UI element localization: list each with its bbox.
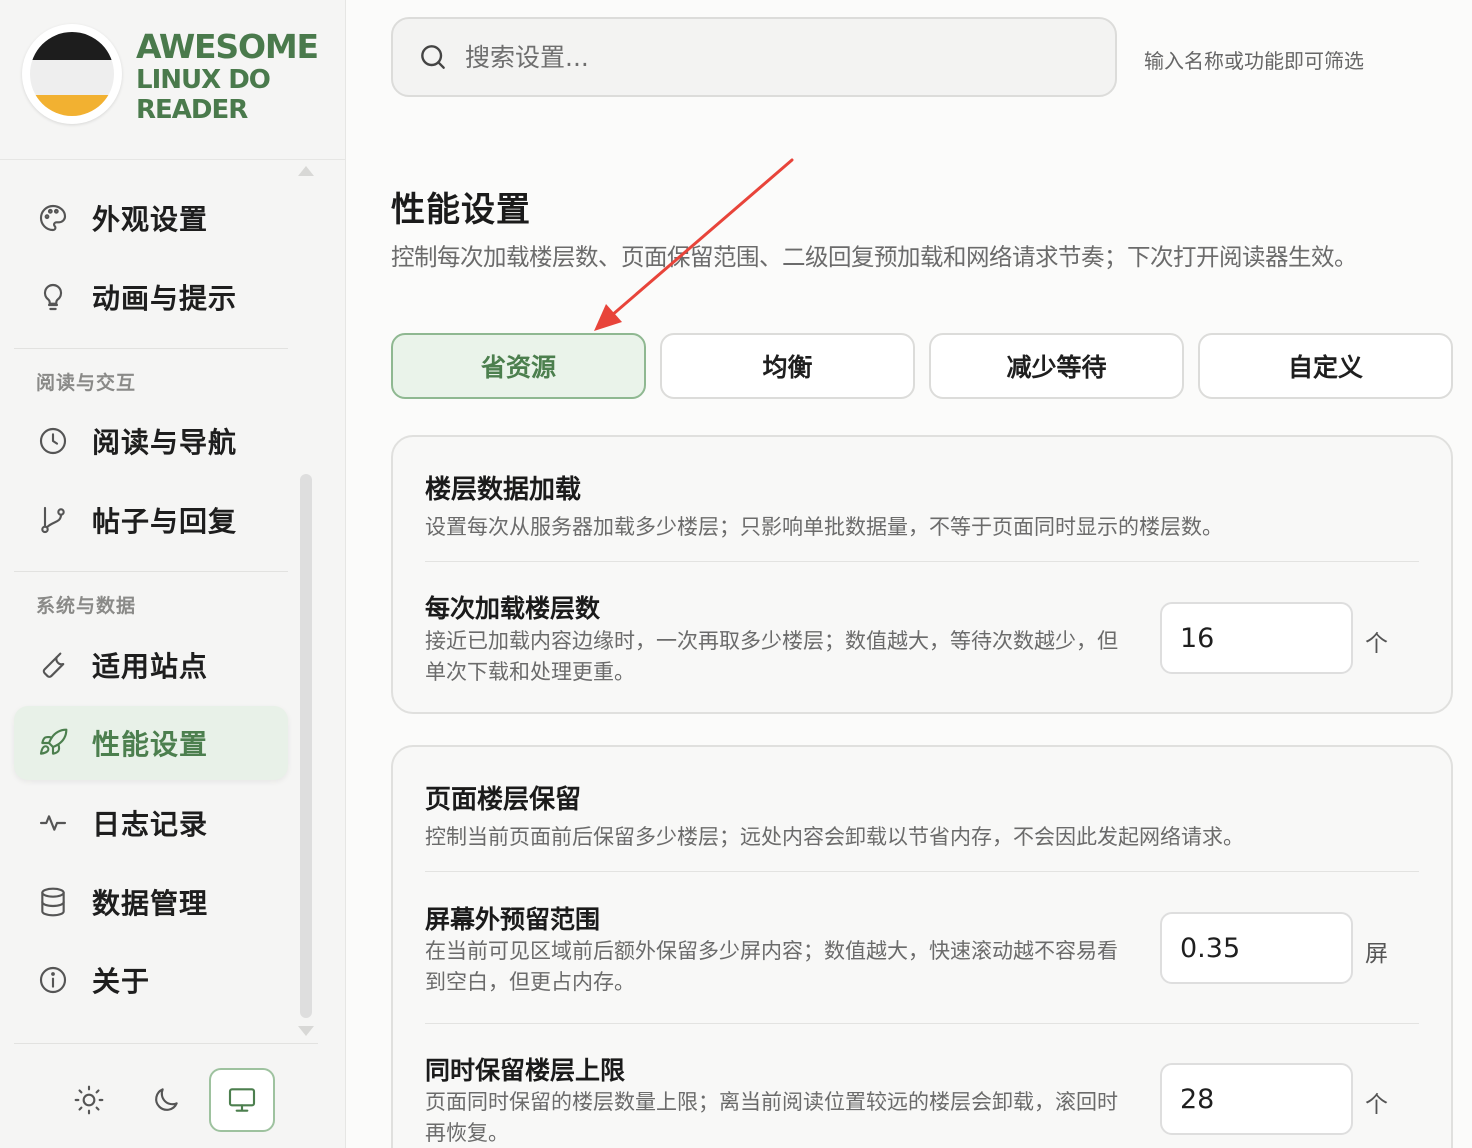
page-description: 控制每次加载楼层数、页面保留范围、二级回复预加载和网络请求节奏；下次打开阅读器生… — [391, 243, 1358, 271]
setting-label: 同时保留楼层上限 — [425, 1056, 626, 1085]
brand-line-1: AWESOME — [136, 27, 319, 66]
preset-save-resources[interactable]: 省资源 — [391, 333, 646, 399]
setting-unit: 个 — [1365, 1092, 1388, 1118]
sidebar-item-about[interactable]: 关于 — [14, 943, 288, 1017]
sidebar-item-label: 数据管理 — [92, 887, 209, 920]
moon-icon — [155, 1088, 178, 1111]
card-divider — [425, 561, 1419, 562]
sidebar-scrollbar[interactable] — [300, 474, 312, 1018]
card-title: 页面楼层保留 — [425, 785, 582, 815]
info-icon — [36, 963, 70, 997]
search-bar[interactable] — [391, 17, 1117, 97]
preset-custom[interactable]: 自定义 — [1198, 333, 1453, 399]
sidebar-item-label: 帖子与回复 — [92, 505, 238, 538]
nav-group-label: 阅读与交互 — [36, 372, 137, 394]
sidebar-item-appearance[interactable]: 外观设置 — [14, 181, 288, 255]
sidebar-item-reading[interactable]: 阅读与导航 — [14, 404, 288, 478]
setting-label: 每次加载楼层数 — [425, 594, 601, 623]
sidebar-item-label: 性能设置 — [92, 728, 209, 761]
card-description: 控制当前页面前后保留多少楼层；远处内容会卸载以节省内存，不会因此发起网络请求。 — [425, 825, 1244, 849]
card-divider — [425, 1023, 1419, 1024]
brand-line-3: READER — [136, 95, 248, 125]
lightbulb-icon — [36, 280, 70, 314]
search-input[interactable] — [465, 42, 1065, 72]
page-title: 性能设置 — [391, 190, 531, 230]
sidebar-footer-divider — [14, 1043, 318, 1044]
git-branch-icon — [36, 503, 70, 537]
setting-unit: 屏 — [1365, 941, 1388, 967]
sun-icon — [74, 1085, 104, 1115]
system-theme-button[interactable] — [209, 1068, 275, 1132]
offscreen-range-input[interactable]: 0.35 — [1160, 912, 1353, 984]
scroll-up-arrow[interactable] — [298, 166, 314, 176]
preset-selector: 省资源 均衡 减少等待 自定义 — [391, 333, 1453, 399]
monitor-icon — [228, 1088, 256, 1112]
sidebar-item-animation[interactable]: 动画与提示 — [14, 260, 288, 334]
settings-card-page-retention: 页面楼层保留 控制当前页面前后保留多少楼层；远处内容会卸载以节省内存，不会因此发… — [391, 745, 1453, 1148]
wrench-icon — [36, 648, 70, 682]
search-icon — [421, 45, 445, 69]
brand-line-2: LINUX DO — [136, 65, 271, 95]
sidebar-item-logs[interactable]: 日志记录 — [14, 786, 288, 860]
sidebar-item-label: 日志记录 — [92, 808, 209, 841]
setting-help: 接近已加载内容边缘时，一次再取多少楼层；数值越大，等待次数越少，但单次下载和处理… — [425, 629, 1118, 684]
sidebar-item-label: 阅读与导航 — [92, 426, 238, 459]
sidebar-item-data[interactable]: 数据管理 — [14, 865, 288, 939]
clock-icon — [36, 424, 70, 458]
palette-icon — [36, 201, 70, 235]
preset-balanced[interactable]: 均衡 — [660, 333, 915, 399]
sidebar: AWESOME LINUX DO READER 外观设置 动画与提示 阅读与交互… — [0, 0, 346, 1148]
search-hint: 输入名称或功能即可筛选 — [1144, 49, 1364, 73]
settings-card-floor-loading: 楼层数据加载 设置每次从服务器加载多少楼层；只影响单批数据量，不等于页面同时显示… — [391, 435, 1453, 714]
light-theme-button[interactable] — [56, 1068, 122, 1132]
nav-divider — [14, 348, 288, 349]
sidebar-item-label: 动画与提示 — [92, 282, 238, 315]
nav-divider — [14, 571, 288, 572]
app-logo — [22, 24, 122, 124]
setting-help: 在当前可见区域前后额外保留多少屏内容；数值越大，快速滚动越不容易看到空白，但更占… — [425, 939, 1118, 994]
database-icon — [36, 885, 70, 919]
max-retained-floors-input[interactable]: 28 — [1160, 1063, 1353, 1135]
sidebar-item-label: 外观设置 — [92, 203, 209, 236]
nav-group-label: 系统与数据 — [36, 595, 137, 617]
rocket-icon — [36, 726, 70, 760]
card-description: 设置每次从服务器加载多少楼层；只影响单批数据量，不等于页面同时显示的楼层数。 — [425, 515, 1223, 539]
card-divider — [425, 871, 1419, 872]
setting-unit: 个 — [1365, 631, 1388, 657]
sidebar-item-sites[interactable]: 适用站点 — [14, 628, 288, 702]
activity-icon — [36, 806, 70, 840]
brand-wordmark: AWESOME LINUX DO READER — [136, 27, 319, 125]
sidebar-item-label: 适用站点 — [92, 650, 209, 683]
preset-less-waiting[interactable]: 减少等待 — [929, 333, 1184, 399]
sidebar-header-divider — [0, 159, 345, 160]
card-title: 楼层数据加载 — [425, 475, 582, 505]
sidebar-item-performance[interactable]: 性能设置 — [14, 706, 288, 780]
sidebar-item-posts[interactable]: 帖子与回复 — [14, 483, 288, 557]
sidebar-item-label: 关于 — [92, 965, 151, 998]
floors-per-load-input[interactable]: 16 — [1160, 602, 1353, 674]
setting-help: 页面同时保留的楼层数量上限；离当前阅读位置较远的楼层会卸载，滚回时再恢复。 — [425, 1090, 1118, 1145]
setting-label: 屏幕外预留范围 — [425, 905, 601, 934]
scroll-down-arrow[interactable] — [298, 1026, 314, 1036]
brand[interactable]: AWESOME LINUX DO READER — [22, 24, 332, 124]
dark-theme-button[interactable] — [133, 1068, 199, 1132]
